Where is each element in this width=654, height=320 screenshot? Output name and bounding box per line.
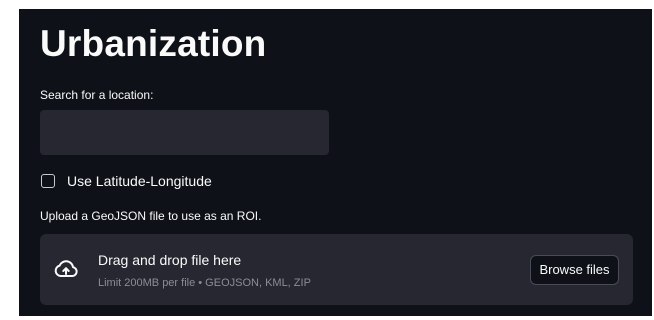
latlon-checkbox[interactable] — [41, 174, 55, 188]
app-container: Urbanization Search for a location: Use … — [19, 9, 652, 316]
dropzone-title: Drag and drop file here — [98, 252, 242, 268]
latlon-checkbox-label: Use Latitude-Longitude — [67, 173, 212, 189]
dropzone-limit-hint: Limit 200MB per file • GEOJSON, KML, ZIP — [98, 277, 311, 289]
page-title: Urbanization — [40, 23, 267, 64]
search-label: Search for a location: — [40, 88, 154, 102]
browse-files-button[interactable]: Browse files — [530, 255, 619, 285]
location-search-input[interactable] — [40, 110, 329, 155]
file-dropzone[interactable]: Drag and drop file here Limit 200MB per … — [40, 234, 633, 305]
latlon-checkbox-row[interactable]: Use Latitude-Longitude — [41, 172, 212, 190]
upload-label: Upload a GeoJSON file to use as an ROI. — [40, 209, 262, 223]
cloud-upload-icon — [54, 260, 78, 277]
